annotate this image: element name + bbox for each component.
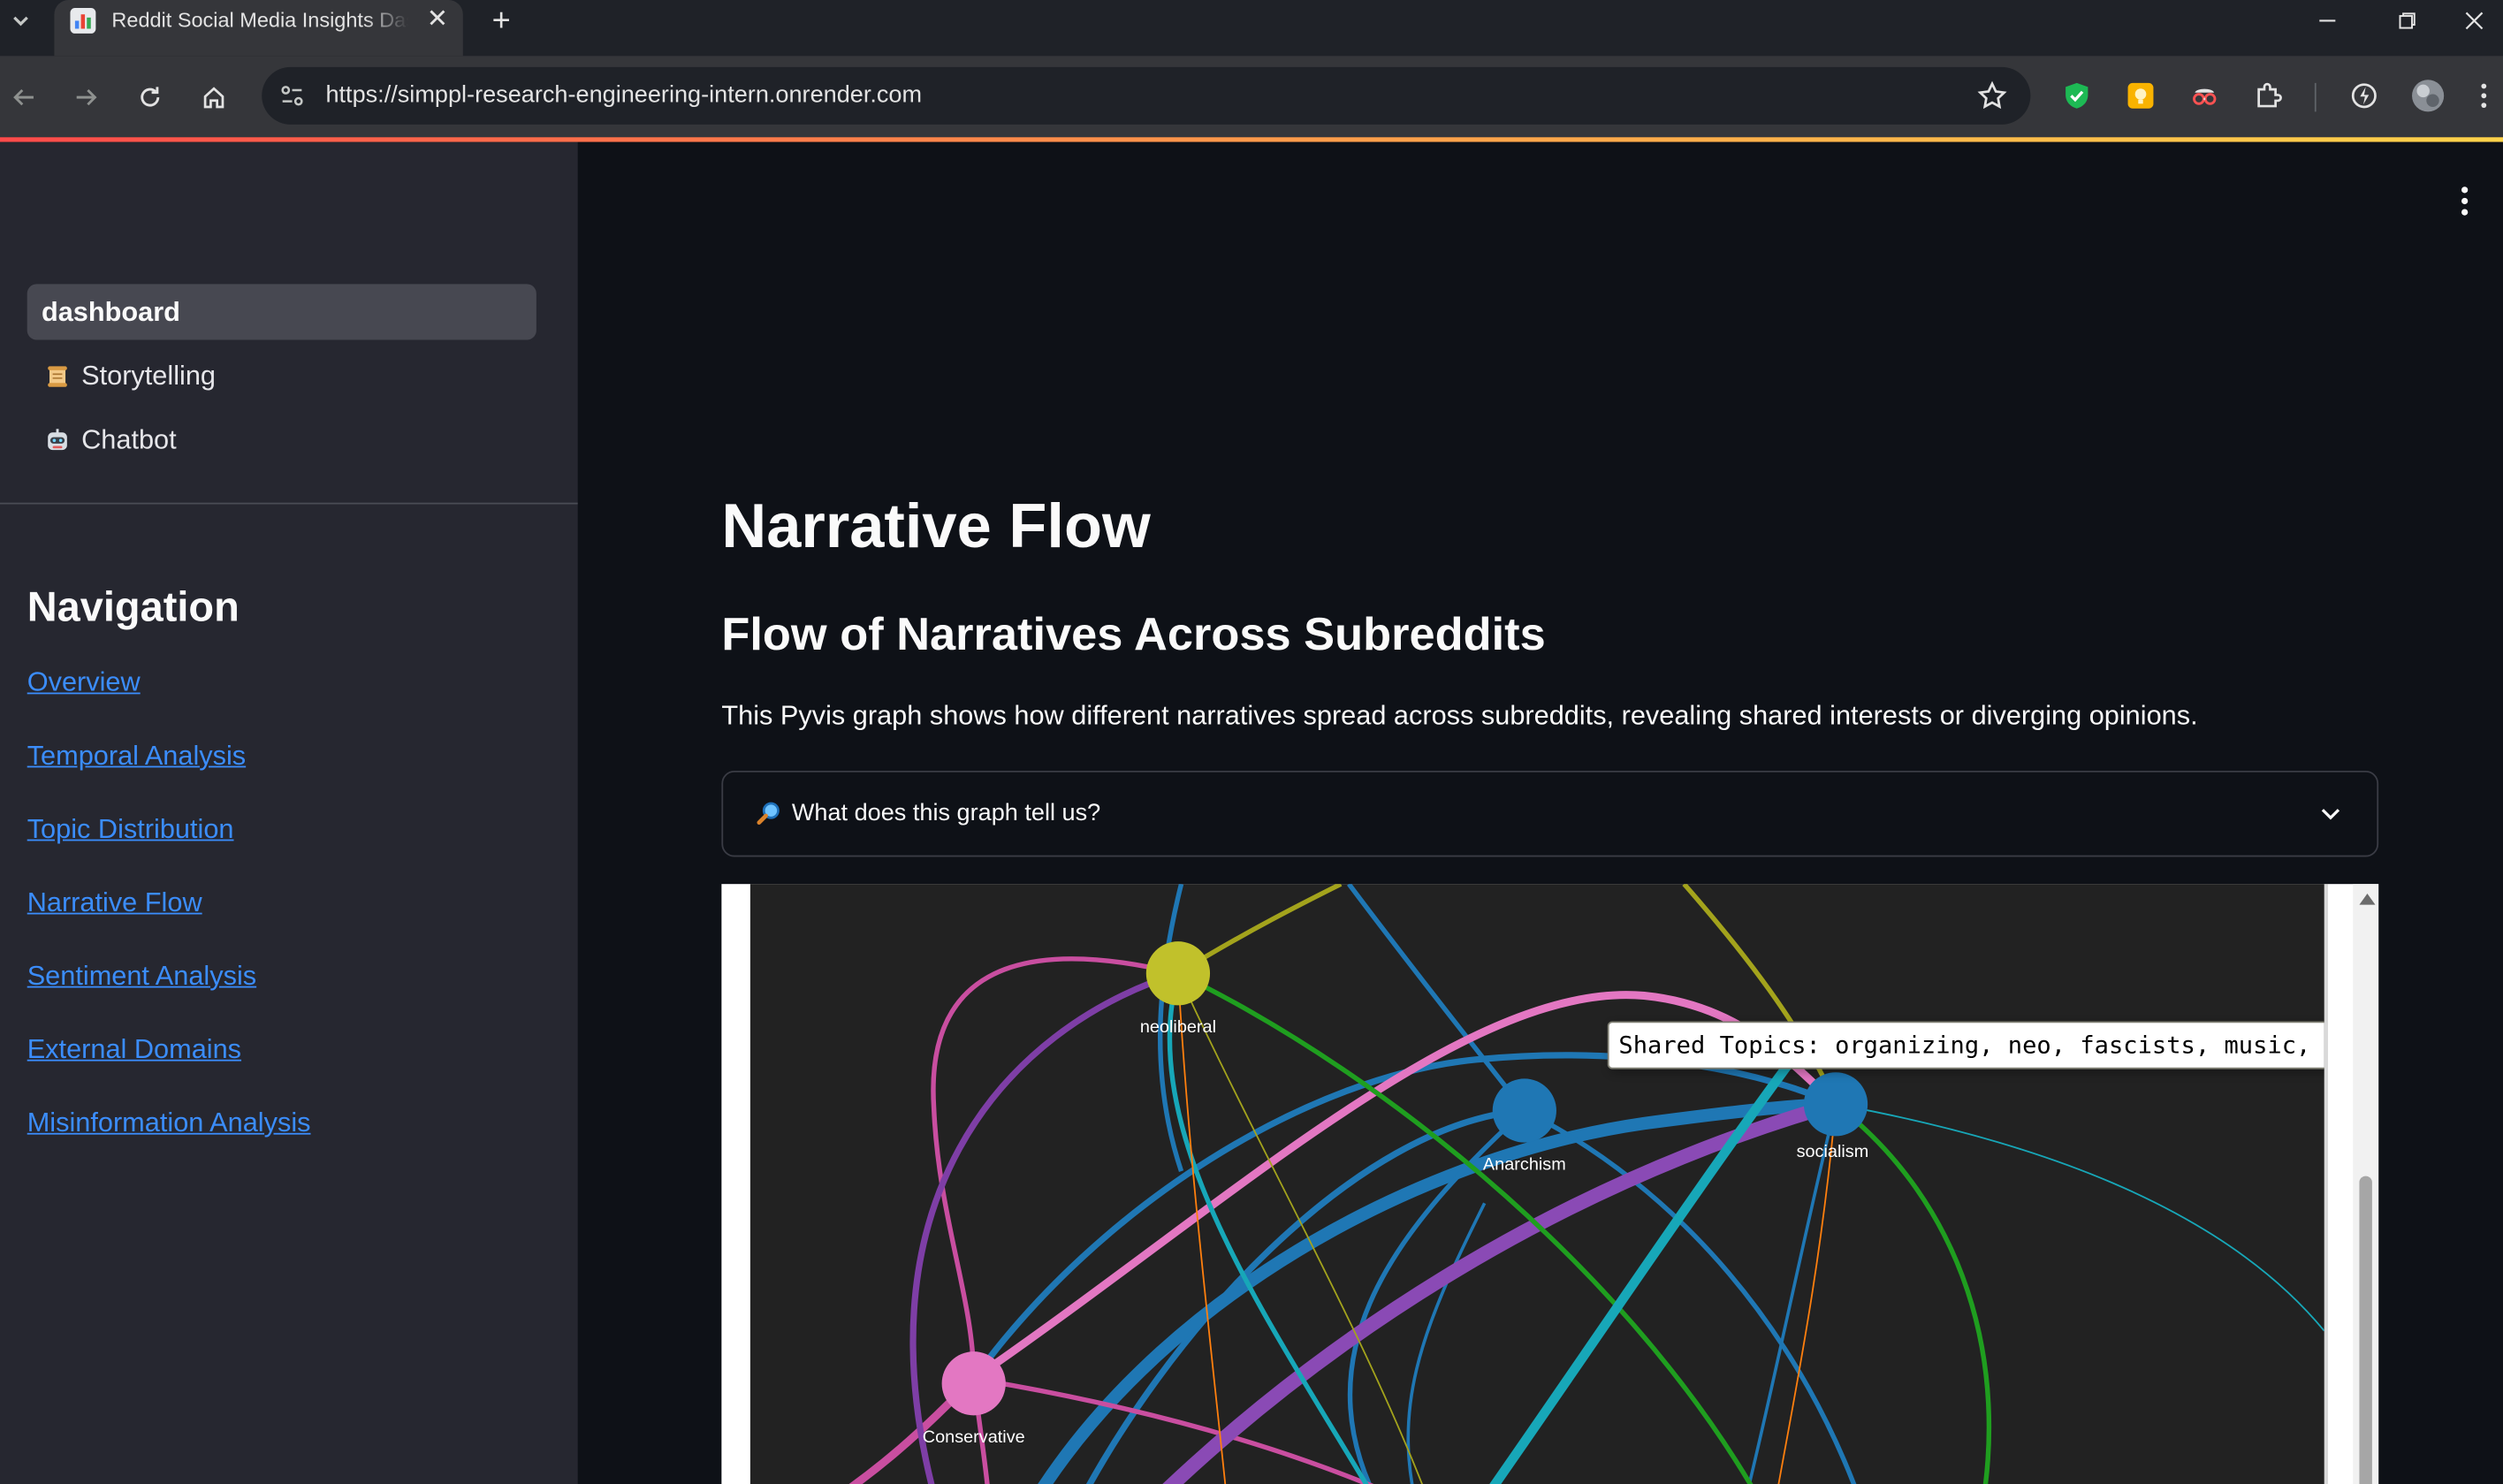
nav-link-external-domains[interactable]: External Domains [27, 1034, 241, 1066]
browser-menu-icon[interactable] [2474, 78, 2493, 113]
page-link-dashboard[interactable]: dashboard [27, 284, 536, 340]
magnifier-icon [755, 799, 784, 827]
robot-icon [45, 427, 71, 453]
graph-node-neoliberal [1145, 941, 1211, 1006]
sidebar-divider [0, 502, 578, 505]
profile-avatar-icon[interactable] [2410, 78, 2446, 113]
nav-link-narrative-flow[interactable]: Narrative Flow [27, 887, 202, 919]
page-link-label: Chatbot [81, 423, 177, 454]
toolbar-divider [2314, 82, 2317, 112]
expander-label: What does this graph tell us? [791, 799, 1101, 827]
nav-link-sentiment-analysis[interactable]: Sentiment Analysis [27, 961, 256, 993]
tab-strip: Reddit Social Media Insights Dashboard ✕… [0, 0, 2503, 57]
url-text: https://simppl-research-engineering-inte… [325, 81, 923, 109]
main-content: Narrative Flow Flow of Narratives Across… [577, 141, 2503, 1484]
pyvis-graph-frame: neoliberal Anarchism socialism Conservat… [721, 884, 2379, 1484]
browser-tab[interactable]: Reddit Social Media Insights Dashboard ✕ [54, 0, 463, 57]
nav-link-topic-distribution[interactable]: Topic Distribution [27, 814, 234, 846]
page-link-chatbot[interactable]: Chatbot [27, 412, 536, 468]
bar-chart-favicon-icon [70, 8, 96, 34]
forward-arrow-icon[interactable] [65, 77, 107, 118]
restore-window-icon[interactable] [2370, 0, 2444, 42]
scroll-up-arrow-icon[interactable] [2359, 894, 2376, 905]
page-title: Narrative Flow [721, 492, 1151, 562]
close-tab-icon[interactable]: ✕ [422, 4, 453, 35]
bookmark-star-icon[interactable] [1976, 80, 2008, 111]
page-link-label: Storytelling [81, 360, 217, 391]
lightbulb-extension-icon[interactable] [2123, 78, 2158, 113]
navigation-heading: Navigation [27, 582, 240, 631]
minimize-icon[interactable] [2291, 0, 2364, 42]
home-icon[interactable] [194, 77, 235, 118]
app-menu-icon[interactable] [2458, 186, 2470, 218]
scrollbar-thumb[interactable] [2359, 1176, 2372, 1484]
tab-title: Reddit Social Media Insights Dashboard [111, 8, 408, 33]
shield-extension-icon[interactable] [2059, 78, 2095, 113]
page-link-storytelling[interactable]: Storytelling [27, 348, 536, 404]
performance-icon[interactable] [2347, 78, 2382, 113]
graph-node-anarchism [1492, 1078, 1556, 1143]
frame-scrollbar[interactable] [2353, 884, 2379, 1484]
back-arrow-icon[interactable] [4, 77, 45, 118]
node-label-neoliberal: neoliberal [1139, 1017, 1216, 1038]
sidebar: dashboard Storytelling Chatbot Navigatio… [0, 141, 578, 1484]
node-label-socialism: socialism [1796, 1142, 1869, 1162]
node-label-conservative: Conservative [922, 1427, 1025, 1448]
scroll-icon [45, 363, 71, 389]
spy-glasses-extension-icon[interactable] [2187, 78, 2222, 113]
extensions-puzzle-icon[interactable] [2251, 78, 2286, 113]
network-graph-canvas[interactable]: neoliberal Anarchism socialism Conservat… [749, 884, 2328, 1484]
nav-link-temporal-analysis[interactable]: Temporal Analysis [27, 741, 246, 772]
section-title: Flow of Narratives Across Subreddits [721, 609, 1546, 661]
network-edges [848, 884, 2324, 1484]
section-description: This Pyvis graph shows how different nar… [721, 700, 2198, 731]
close-window-icon[interactable] [2446, 0, 2503, 42]
graph-node-conservative [941, 1351, 1006, 1416]
tab-search-chevron-icon[interactable] [0, 0, 42, 42]
new-tab-plus-icon[interactable]: + [482, 3, 520, 39]
site-settings-icon[interactable] [278, 81, 307, 110]
page-link-label: dashboard [41, 295, 180, 327]
graph-explainer-expander[interactable]: What does this graph tell us? [721, 770, 2379, 857]
address-bar[interactable]: https://simppl-research-engineering-inte… [262, 66, 2031, 125]
nav-link-misinformation-analysis[interactable]: Misinformation Analysis [27, 1107, 311, 1139]
chevron-down-icon [2317, 799, 2346, 827]
reload-icon[interactable] [129, 77, 171, 118]
node-label-anarchism: Anarchism [1482, 1155, 1566, 1175]
edge-tooltip: Shared Topics: organizing, neo, fascists… [1607, 1021, 2324, 1069]
nav-link-overview[interactable]: Overview [27, 667, 141, 699]
graph-node-socialism [1803, 1072, 1868, 1137]
browser-toolbar: https://simppl-research-engineering-inte… [0, 56, 2503, 138]
